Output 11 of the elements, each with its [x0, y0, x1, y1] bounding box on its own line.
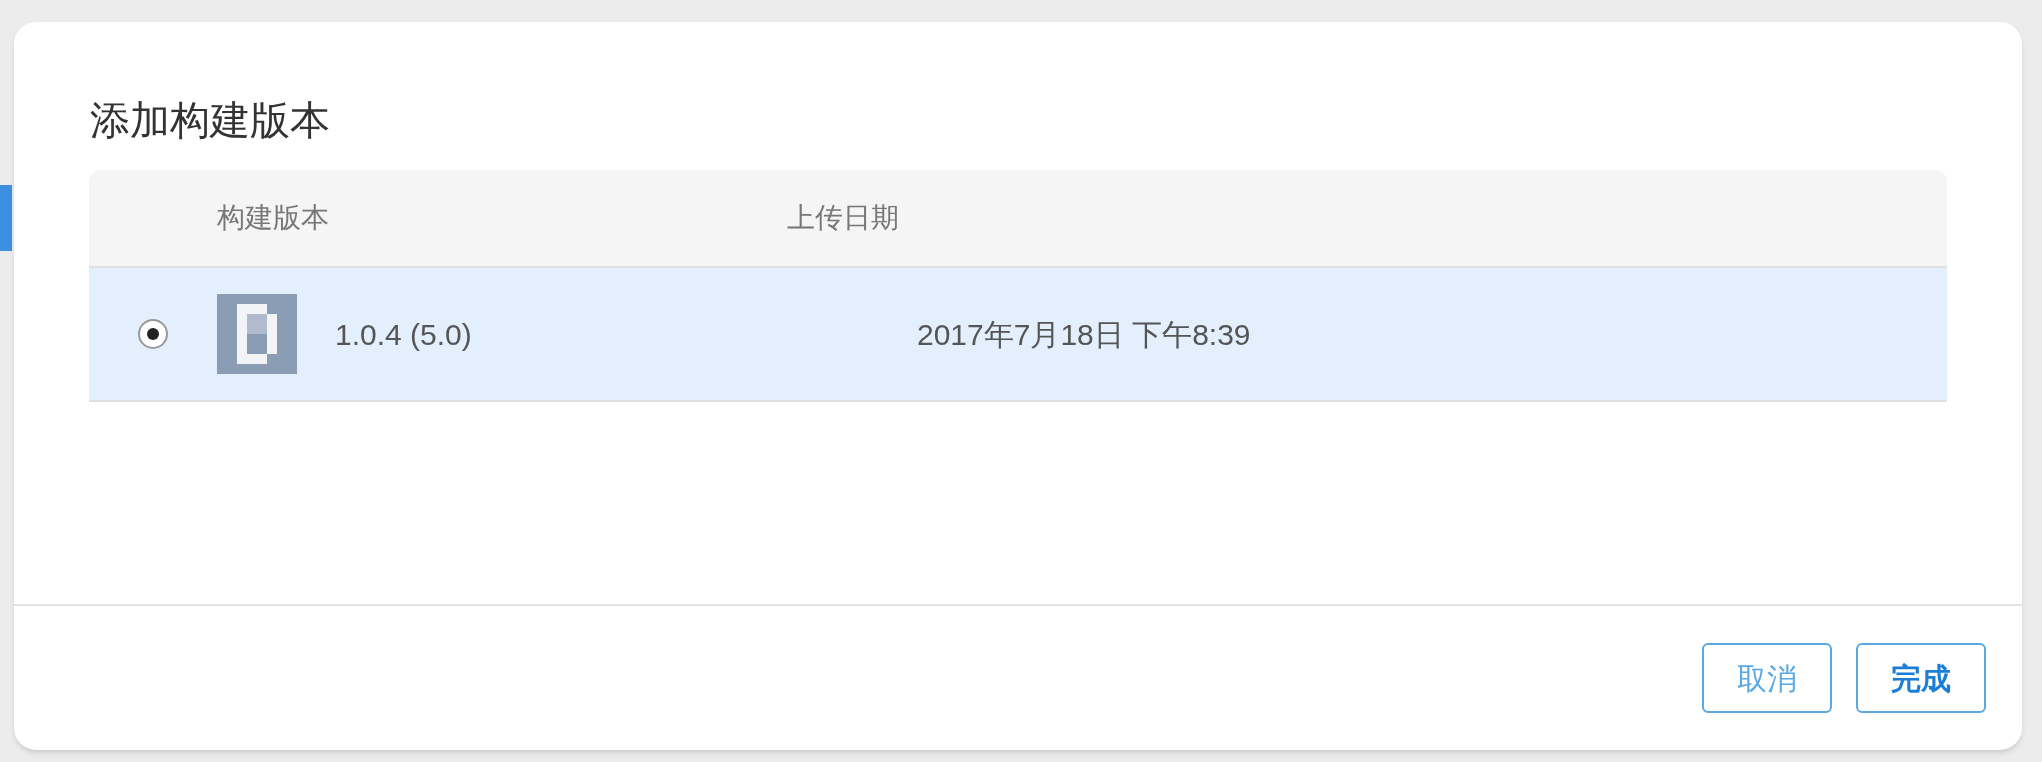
radio-button[interactable] [138, 319, 168, 349]
cancel-button[interactable]: 取消 [1702, 643, 1832, 713]
dialog-title: 添加构建版本 [90, 100, 331, 140]
app-icon [217, 294, 297, 374]
done-button[interactable]: 完成 [1856, 643, 1986, 713]
column-header: 上传日期 [787, 201, 899, 235]
column-header: 构建版本 [217, 201, 330, 235]
build-version: 1.0.4 (5.0) [335, 316, 473, 353]
upload-date: 2017年7月18日 下午8:39 [917, 316, 1251, 353]
sidebar-marker [0, 185, 12, 251]
build-row[interactable]: 1.0.4 (5.0) 2017年7月18日 下午8:39 [89, 268, 1947, 402]
